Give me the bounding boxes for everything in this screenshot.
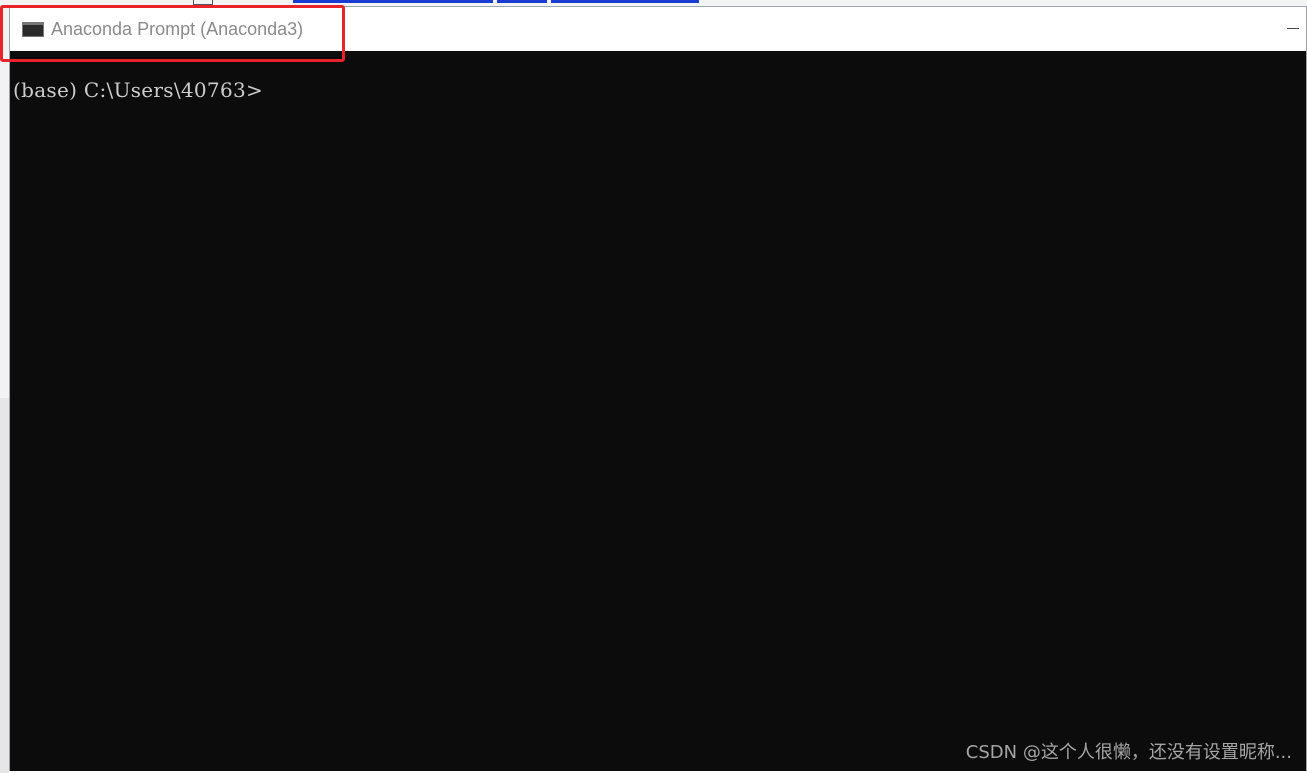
anaconda-prompt-window[interactable]: Anaconda Prompt (Anaconda3) (base) C:\Us… — [9, 6, 1307, 771]
background-window-edge — [0, 6, 9, 773]
command-prompt[interactable]: (base) C:\Users\40763> — [13, 78, 263, 102]
console-area[interactable]: (base) C:\Users\40763> CSDN @这个人很懒，还没有设置… — [10, 51, 1306, 771]
background-window-lower — [0, 398, 9, 773]
background-icon — [193, 0, 213, 5]
minimize-button[interactable] — [1280, 7, 1306, 51]
csdn-watermark: CSDN @这个人很懒，还没有设置昵称... — [965, 742, 1292, 763]
background-link-fragment — [497, 0, 547, 3]
terminal-icon — [22, 21, 44, 37]
background-link-fragment — [551, 0, 699, 3]
title-bar[interactable]: Anaconda Prompt (Anaconda3) — [10, 7, 1306, 51]
background-link-fragment — [293, 0, 493, 3]
window-title: Anaconda Prompt (Anaconda3) — [51, 18, 304, 39]
